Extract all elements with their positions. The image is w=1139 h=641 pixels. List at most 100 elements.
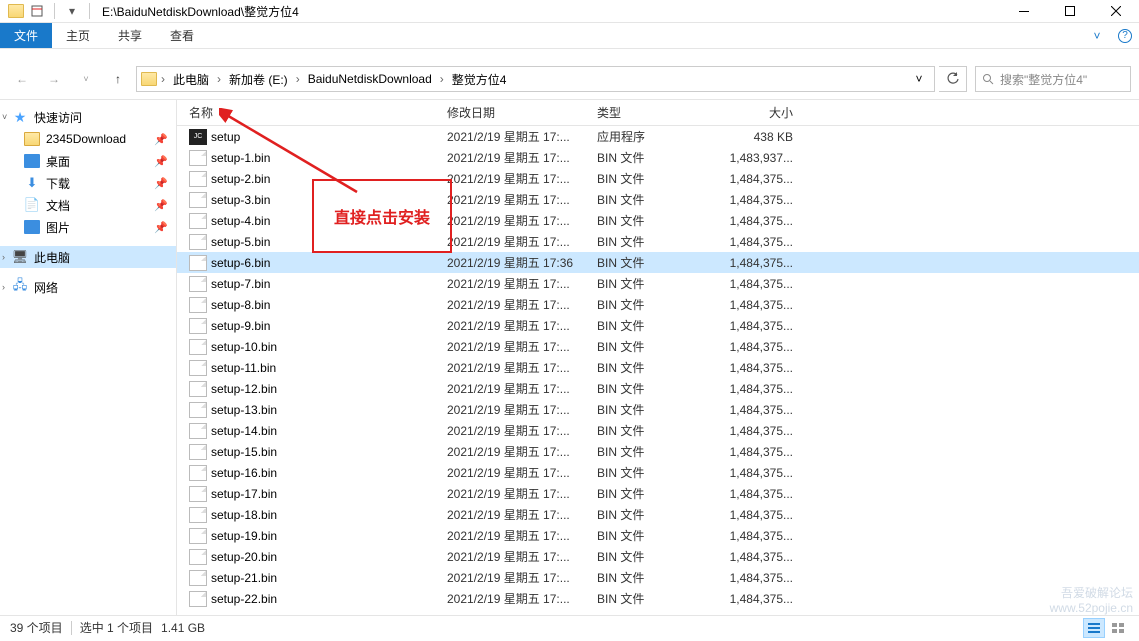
sidebar-quick-access[interactable]: ˅ ★ 快速访问 [0,106,176,128]
breadcrumb-item[interactable]: BaiduNetdiskDownload [304,67,436,91]
file-row[interactable]: setup-16.bin2021/2/19 星期五 17:...BIN 文件1,… [177,462,1139,483]
breadcrumb-bar[interactable]: › 此电脑 › 新加卷 (E:) › BaiduNetdiskDownload … [136,66,935,92]
file-row[interactable]: setup-4.bin2021/2/19 星期五 17:...BIN 文件1,4… [177,210,1139,231]
minimize-button[interactable] [1001,0,1047,23]
view-details-button[interactable] [1083,618,1105,638]
file-row[interactable]: setup-8.bin2021/2/19 星期五 17:...BIN 文件1,4… [177,294,1139,315]
tab-file[interactable]: 文件 [0,23,52,48]
expand-icon[interactable]: › [2,252,12,262]
file-icon [189,318,207,334]
file-date: 2021/2/19 星期五 17:... [447,191,597,208]
file-row[interactable]: setup-22.bin2021/2/19 星期五 17:...BIN 文件1,… [177,588,1139,609]
file-type: BIN 文件 [597,296,715,313]
file-list[interactable]: JCsetup2021/2/19 星期五 17:...应用程序438 KBset… [177,126,1139,615]
breadcrumb-item[interactable]: 整觉方位4 [448,67,511,91]
ribbon-expand-button[interactable]: ˅ [1083,23,1111,48]
sidebar-this-pc[interactable]: › 🖥 此电脑 [0,246,176,268]
maximize-button[interactable] [1047,0,1093,23]
close-button[interactable] [1093,0,1139,23]
file-date: 2021/2/19 星期五 17:... [447,296,597,313]
search-input[interactable]: 搜索"整觉方位4" [975,66,1131,92]
chevron-right-icon[interactable]: › [294,72,302,86]
file-row[interactable]: setup-11.bin2021/2/19 星期五 17:...BIN 文件1,… [177,357,1139,378]
file-size: 1,484,375... [715,298,803,312]
file-name: setup-20.bin [211,550,447,564]
file-icon [189,339,207,355]
sidebar-item[interactable]: 桌面📌 [0,150,176,172]
file-row[interactable]: setup-2.bin2021/2/19 星期五 17:...BIN 文件1,4… [177,168,1139,189]
file-row[interactable]: setup-3.bin2021/2/19 星期五 17:...BIN 文件1,4… [177,189,1139,210]
quick-access-toolbar: ▾ [0,1,94,21]
file-icon [189,276,207,292]
file-name: setup-7.bin [211,277,447,291]
chevron-right-icon[interactable]: › [159,72,167,86]
file-row[interactable]: setup-7.bin2021/2/19 星期五 17:...BIN 文件1,4… [177,273,1139,294]
file-row[interactable]: setup-13.bin2021/2/19 星期五 17:...BIN 文件1,… [177,399,1139,420]
file-row[interactable]: setup-14.bin2021/2/19 星期五 17:...BIN 文件1,… [177,420,1139,441]
file-row[interactable]: setup-20.bin2021/2/19 星期五 17:...BIN 文件1,… [177,546,1139,567]
status-item-count: 39 个项目 [10,619,63,636]
file-row[interactable]: setup-12.bin2021/2/19 星期五 17:...BIN 文件1,… [177,378,1139,399]
breadcrumb-item[interactable]: 新加卷 (E:) [225,67,292,91]
file-row[interactable]: setup-21.bin2021/2/19 星期五 17:...BIN 文件1,… [177,567,1139,588]
file-row[interactable]: setup-10.bin2021/2/19 星期五 17:...BIN 文件1,… [177,336,1139,357]
breadcrumb-item[interactable]: 此电脑 [169,67,213,91]
file-date: 2021/2/19 星期五 17:... [447,275,597,292]
file-row[interactable]: setup-17.bin2021/2/19 星期五 17:...BIN 文件1,… [177,483,1139,504]
address-dropdown-button[interactable]: ˅ [908,72,930,86]
sidebar-item[interactable]: 图片📌 [0,216,176,238]
view-large-icons-button[interactable] [1107,618,1129,638]
up-button[interactable]: ↑ [104,65,132,93]
recent-locations-button[interactable]: ˅ [72,65,100,93]
qat-properties-button[interactable] [27,1,47,21]
column-date[interactable]: 修改日期 [447,104,597,121]
chevron-right-icon[interactable]: › [215,72,223,86]
download-icon: ⬇ [24,176,40,190]
file-date: 2021/2/19 星期五 17:... [447,548,597,565]
file-name: setup-22.bin [211,592,447,606]
back-button[interactable]: ← [8,65,36,93]
file-icon [189,402,207,418]
expand-icon[interactable]: › [2,282,12,292]
file-row[interactable]: setup-9.bin2021/2/19 星期五 17:...BIN 文件1,4… [177,315,1139,336]
file-row[interactable]: setup-19.bin2021/2/19 星期五 17:...BIN 文件1,… [177,525,1139,546]
file-size: 1,484,375... [715,466,803,480]
pin-icon: 📌 [154,221,168,234]
application-icon: JC [189,129,207,145]
file-row[interactable]: setup-5.bin2021/2/19 星期五 17:...BIN 文件1,4… [177,231,1139,252]
column-type[interactable]: 类型 [597,104,715,121]
chevron-right-icon[interactable]: › [438,72,446,86]
file-name: setup-8.bin [211,298,447,312]
forward-button[interactable]: → [40,65,68,93]
tab-home[interactable]: 主页 [52,23,104,48]
file-date: 2021/2/19 星期五 17:... [447,590,597,607]
file-date: 2021/2/19 星期五 17:... [447,233,597,250]
tab-share[interactable]: 共享 [104,23,156,48]
file-name: setup-13.bin [211,403,447,417]
file-name: setup-10.bin [211,340,447,354]
file-icon [189,213,207,229]
separator [71,621,72,635]
file-icon [189,234,207,250]
column-name[interactable]: 名称 [189,104,447,121]
sidebar-network[interactable]: › 🖧 网络 [0,276,176,298]
file-row[interactable]: JCsetup2021/2/19 星期五 17:...应用程序438 KB [177,126,1139,147]
expand-icon[interactable]: ˅ [2,112,12,122]
file-icon [189,444,207,460]
file-row[interactable]: setup-6.bin2021/2/19 星期五 17:36BIN 文件1,48… [177,252,1139,273]
file-row[interactable]: setup-15.bin2021/2/19 星期五 17:...BIN 文件1,… [177,441,1139,462]
status-selected: 选中 1 个项目 [80,619,153,636]
file-name: setup-21.bin [211,571,447,585]
tab-view[interactable]: 查看 [156,23,208,48]
file-row[interactable]: setup-1.bin2021/2/19 星期五 17:...BIN 文件1,4… [177,147,1139,168]
refresh-button[interactable] [939,66,967,92]
file-row[interactable]: setup-18.bin2021/2/19 星期五 17:...BIN 文件1,… [177,504,1139,525]
column-size[interactable]: 大小 [715,104,803,121]
file-name: setup-16.bin [211,466,447,480]
help-button[interactable]: ? [1111,23,1139,48]
sidebar-item[interactable]: 2345Download📌 [0,128,176,150]
folder-icon [24,132,40,146]
qat-dropdown-button[interactable]: ▾ [62,1,82,21]
sidebar-item[interactable]: ⬇下载📌 [0,172,176,194]
sidebar-item[interactable]: 📄文档📌 [0,194,176,216]
